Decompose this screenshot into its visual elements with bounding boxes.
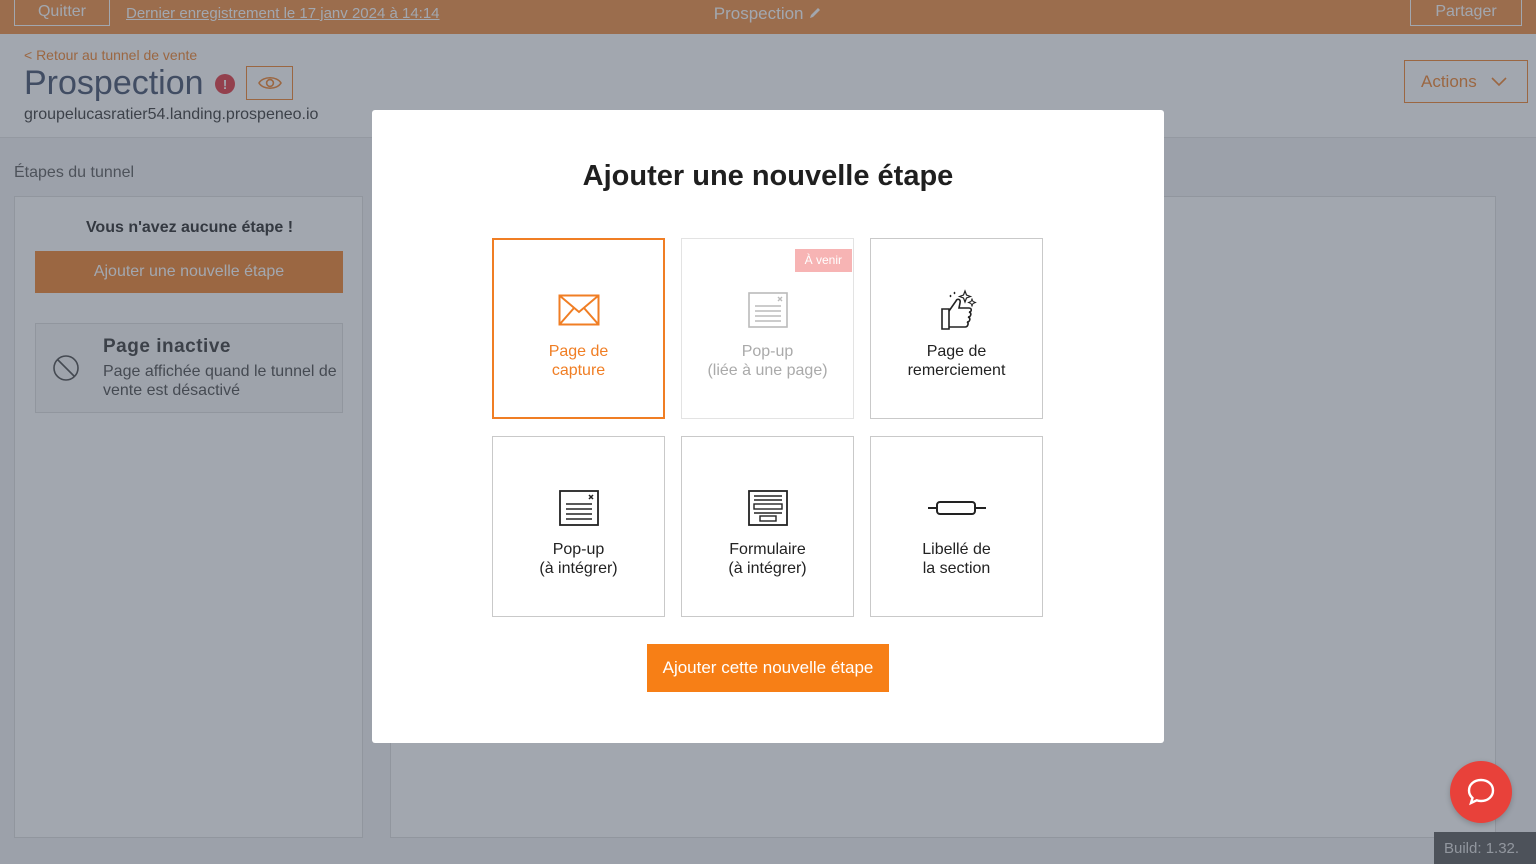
option-popup-linked: À venir Pop-up (liée à une page) bbox=[681, 238, 854, 419]
option-label-line2: (liée à une page) bbox=[707, 361, 828, 379]
option-label-line1: Page de bbox=[548, 342, 609, 360]
option-section-label[interactable]: Libellé de la section bbox=[870, 436, 1043, 617]
section-label-icon bbox=[927, 500, 986, 515]
add-this-step-button[interactable]: Ajouter cette nouvelle étape bbox=[647, 644, 889, 692]
option-label-line2: capture bbox=[551, 361, 606, 379]
coming-soon-badge: À venir bbox=[794, 249, 852, 272]
modal-title: Ajouter une nouvelle étape bbox=[582, 160, 954, 192]
popup-page-icon bbox=[747, 291, 788, 328]
option-label-line1: Page de bbox=[926, 342, 987, 360]
option-form-embed[interactable]: Formulaire (à intégrer) bbox=[681, 436, 854, 617]
option-thank-you-page[interactable]: Page de remerciement bbox=[870, 238, 1043, 419]
option-label-line2: remerciement bbox=[907, 361, 1006, 379]
option-label-line1: Pop-up bbox=[552, 540, 605, 558]
popup-embed-icon bbox=[558, 489, 599, 526]
form-icon bbox=[747, 489, 788, 526]
option-label-line2: la section bbox=[922, 559, 991, 577]
thumbs-up-icon bbox=[940, 288, 977, 330]
option-label-line2: (à intégrer) bbox=[728, 559, 807, 577]
option-label-line1: Formulaire bbox=[729, 540, 806, 558]
help-chat-button[interactable] bbox=[1450, 761, 1512, 823]
option-label-line2: (à intégrer) bbox=[539, 559, 618, 577]
option-label-line1: Libellé de bbox=[922, 540, 991, 558]
envelope-icon bbox=[558, 294, 599, 325]
option-capture-page[interactable]: Page de capture bbox=[492, 238, 665, 419]
option-popup-embed[interactable]: Pop-up (à intégrer) bbox=[492, 436, 665, 617]
add-step-modal: Ajouter une nouvelle étape Page de captu… bbox=[372, 110, 1164, 743]
chat-bubble-icon bbox=[1467, 778, 1495, 806]
option-label-line1: Pop-up bbox=[741, 342, 794, 360]
